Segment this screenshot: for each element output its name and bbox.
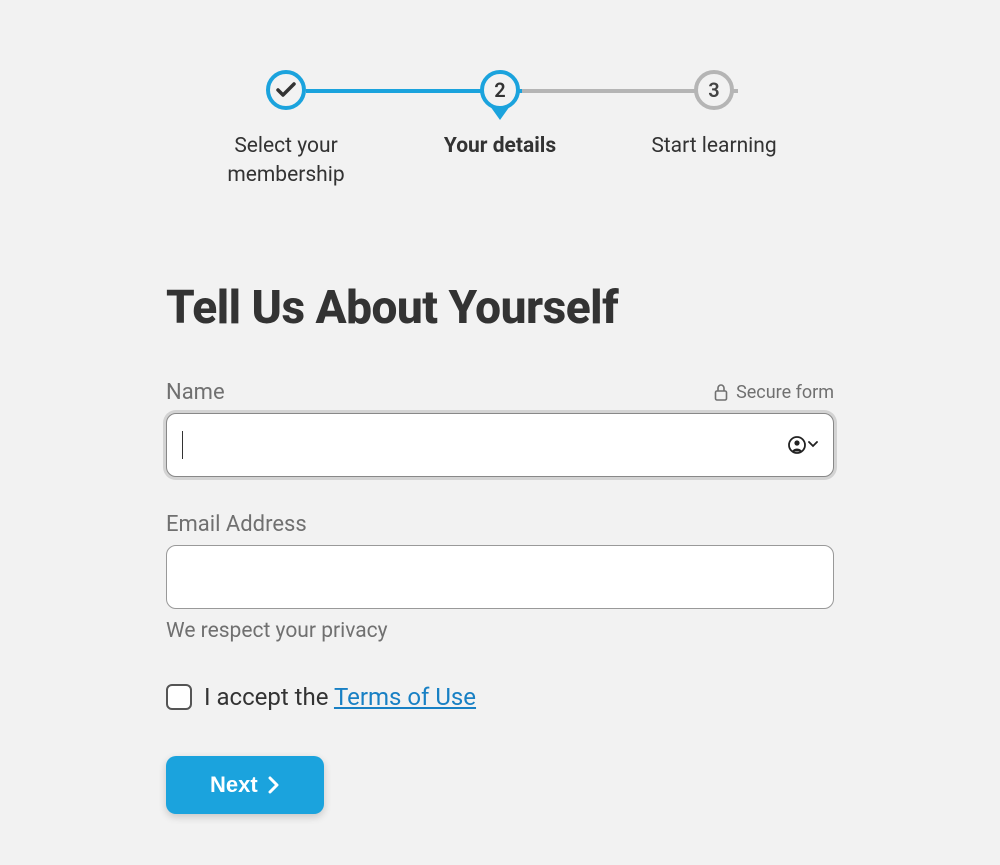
lock-icon [714,383,728,401]
contact-autofill-picker[interactable] [788,436,818,454]
step-1-circle [266,70,306,110]
page-title: Tell Us About Yourself [166,281,834,335]
terms-checkbox[interactable] [166,684,192,710]
email-input-wrap [166,545,834,609]
step-2-number: 2 [494,78,505,102]
check-icon [276,82,296,98]
step-3: 3 Start learning [624,70,804,161]
name-input-wrap [166,413,834,477]
name-input[interactable] [166,413,834,477]
email-privacy-hint: We respect your privacy [166,619,834,643]
terms-consent-row: I accept the Terms of Use [166,683,834,711]
person-circle-icon [788,436,806,454]
name-label: Name [166,380,225,405]
terms-consent-text: I accept the Terms of Use [204,683,476,711]
next-button-label: Next [210,772,258,798]
next-button[interactable]: Next [166,756,324,814]
step-3-label: Start learning [651,132,776,161]
email-input[interactable] [166,545,834,609]
step-2: 2 Your details [410,70,590,161]
chevron-down-icon [808,441,818,448]
progress-stepper: Select your membership 2 Your details 3 … [166,70,834,191]
secure-form-badge: Secure form [714,382,834,403]
name-field-header: Name Secure form [166,380,834,405]
text-cursor [182,431,183,459]
step-2-label: Your details [444,132,556,161]
chevron-right-icon [268,776,280,794]
email-label: Email Address [166,512,834,537]
step-3-number: 3 [708,78,719,102]
secure-form-text: Secure form [736,382,834,403]
signup-form-container: Select your membership 2 Your details 3 … [166,0,834,814]
step-1-label: Select your membership [196,132,376,191]
step-3-circle: 3 [694,70,734,110]
terms-of-use-link[interactable]: Terms of Use [334,683,476,711]
step-1: Select your membership [196,70,376,191]
terms-prefix: I accept the [204,683,334,711]
step-2-circle: 2 [480,70,520,110]
